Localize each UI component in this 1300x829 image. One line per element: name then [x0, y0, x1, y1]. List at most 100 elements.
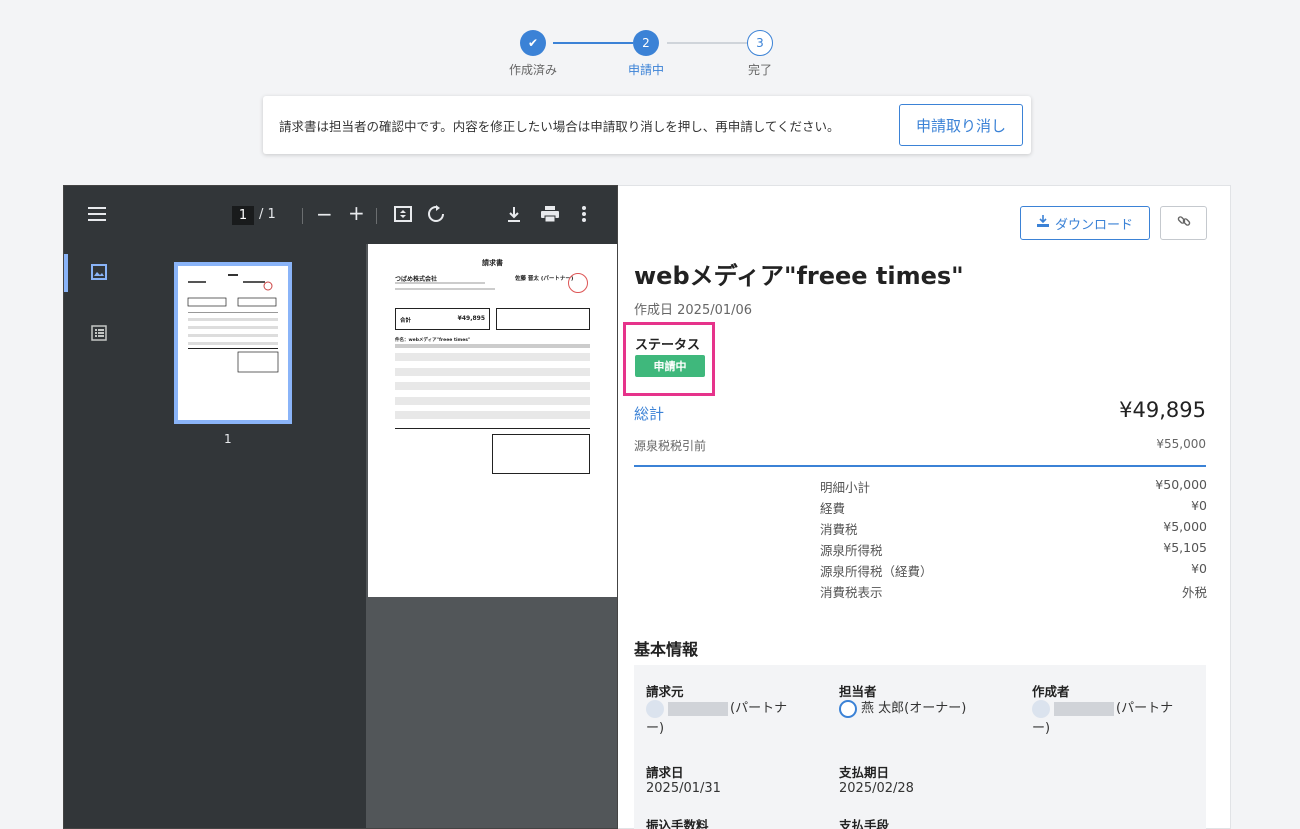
menu-icon[interactable]: [88, 206, 106, 225]
doc-info-box: [496, 308, 590, 330]
created-date: 作成日 2025/01/06: [634, 303, 753, 318]
redacted-name: [668, 701, 728, 716]
link-icon: [1177, 214, 1191, 232]
seal-stamp: [568, 273, 588, 293]
copy-link-button[interactable]: [1160, 206, 1207, 240]
pdf-page: 請求書 つばめ株式会社 佐藤 晋太 (パートナー) 合計 ¥49,895 件名：…: [368, 244, 617, 597]
breakdown-label: 源泉所得税: [820, 543, 883, 558]
status-notice: 請求書は担当者の確認中です。内容を修正したい場合は申請取り消しを押し、再申請して…: [263, 96, 1031, 154]
doc-line: [395, 288, 495, 290]
thumbnail-page-number: 1: [224, 432, 232, 446]
grand-total-value: ¥49,895: [1119, 398, 1206, 422]
step-label: 完了: [747, 63, 772, 77]
due-date-value: 2025/02/28: [839, 781, 914, 796]
avatar: [646, 699, 664, 718]
status-label: ステータス: [635, 338, 701, 353]
invoice-detail-panel: ダウンロード webメディア"freee times" 作成日 2025/01/…: [618, 185, 1231, 829]
pre-withholding-value: ¥55,000: [1156, 437, 1206, 451]
breakdown-value: ¥0: [1191, 498, 1207, 513]
doc-line: [395, 282, 485, 284]
breakdown-value: 外税: [1181, 585, 1207, 600]
breakdown-label: 経費: [820, 501, 846, 516]
download-button[interactable]: ダウンロード: [1020, 206, 1150, 240]
breakdown-label: 消費税: [820, 522, 858, 537]
breakdown-row: 消費税 ¥5,000: [820, 519, 1207, 538]
status-highlight: ステータス 申請中: [623, 322, 715, 396]
notice-message: 請求書は担当者の確認中です。内容を修正したい場合は申請取り消しを押し、再申請して…: [279, 118, 840, 134]
zoom-out-icon[interactable]: −: [316, 202, 333, 226]
more-options-icon[interactable]: [582, 206, 586, 226]
breakdown-row: 経費 ¥0: [820, 498, 1207, 517]
toolbar-divider: [376, 208, 377, 224]
download-icon[interactable]: [507, 206, 521, 226]
breakdown-row: 源泉所得税（経費） ¥0: [820, 561, 1207, 580]
step-applying: 2 申請中: [611, 30, 681, 78]
breakdown-value: ¥0: [1191, 561, 1207, 576]
print-icon[interactable]: [541, 206, 559, 226]
page-thumbnail[interactable]: [174, 262, 292, 424]
grand-total-label: 総計: [634, 405, 665, 423]
creator-label: 作成者: [1032, 684, 1070, 699]
breakdown-value: ¥50,000: [1155, 477, 1207, 492]
active-indicator: [64, 254, 68, 292]
pre-withholding-label: 源泉税税引前: [634, 439, 707, 453]
step-label: 申請中: [627, 63, 664, 77]
creator-value: (パートナー): [1032, 699, 1182, 739]
doc-table-header: [395, 344, 590, 348]
breakdown-label: 消費税表示: [820, 585, 883, 600]
doc-divider: [395, 428, 590, 429]
doc-table-row: [395, 353, 590, 361]
doc-summary-box: [492, 434, 590, 474]
assignee-name: 燕 太郎(オーナー): [861, 701, 967, 716]
check-icon: ✔: [520, 30, 546, 56]
invoice-title: webメディア"freee times": [634, 262, 964, 290]
step-label: 作成済み: [508, 63, 557, 77]
breakdown-label: 源泉所得税（経費）: [820, 564, 933, 579]
download-icon: [1036, 215, 1049, 231]
outline-view-icon[interactable]: [91, 325, 107, 345]
doc-table-row: [395, 411, 590, 419]
doc-table-row: [395, 397, 590, 405]
requester-label: 請求元: [646, 684, 684, 699]
requester-value: (パートナー): [646, 699, 796, 739]
assignee-label: 担当者: [839, 684, 877, 699]
cancel-application-button[interactable]: 申請取り消し: [898, 104, 1023, 146]
avatar: [839, 699, 857, 718]
thumbnail-sidebar: 1: [64, 244, 366, 828]
step-created: ✔ 作成済み: [498, 30, 568, 78]
pdf-viewer: 1 / 1 − + 1 請求書 つばめ株式会社 佐藤 晋太 (パートナー) 合計…: [63, 185, 618, 829]
breakdown-value: ¥5,105: [1163, 540, 1207, 555]
invoice-date-value: 2025/01/31: [646, 781, 721, 796]
doc-sender: 佐藤 晋太 (パートナー): [515, 276, 574, 282]
doc-table-row: [395, 368, 590, 376]
page-total: / 1: [259, 207, 276, 222]
toolbar-divider: [302, 208, 303, 224]
zoom-in-icon[interactable]: +: [348, 201, 365, 225]
doc-subject: 件名：webメディア"freee times": [395, 338, 471, 343]
fit-page-icon[interactable]: [394, 206, 412, 226]
total-divider: [634, 465, 1206, 467]
basic-info-box: 請求元 (パートナー) 担当者 燕 太郎(オーナー) 作成者 (パートナー) 請…: [634, 665, 1206, 829]
progress-stepper: ✔ 作成済み 2 申請中 3 完了: [500, 30, 790, 80]
doc-total-label: 合計: [400, 318, 412, 324]
breakdown-row: 消費税表示 外税: [820, 582, 1207, 601]
doc-total-value: ¥49,895: [457, 315, 485, 322]
breakdown-row: 源泉所得税 ¥5,105: [820, 540, 1207, 559]
doc-total-box: 合計 ¥49,895: [395, 308, 490, 330]
payment-method-label: 支払手段: [839, 818, 890, 829]
transfer-fee-label: 振込手数料: [646, 818, 709, 829]
breakdown-row: 明細小計 ¥50,000: [820, 477, 1207, 496]
breakdown-value: ¥5,000: [1163, 519, 1207, 534]
rotate-icon[interactable]: [427, 205, 445, 227]
basic-info-heading: 基本情報: [634, 640, 699, 659]
step-number: 3: [747, 30, 773, 56]
assignee-value: 燕 太郎(オーナー): [839, 699, 966, 719]
status-badge: 申請中: [635, 355, 705, 377]
doc-table-row: [395, 382, 590, 390]
avatar: [1032, 699, 1050, 718]
page-number-input[interactable]: 1: [232, 206, 254, 225]
redacted-name: [1054, 701, 1114, 716]
doc-heading: 請求書: [482, 259, 503, 267]
download-label: ダウンロード: [1054, 217, 1133, 233]
thumbnail-view-icon[interactable]: [91, 264, 107, 284]
